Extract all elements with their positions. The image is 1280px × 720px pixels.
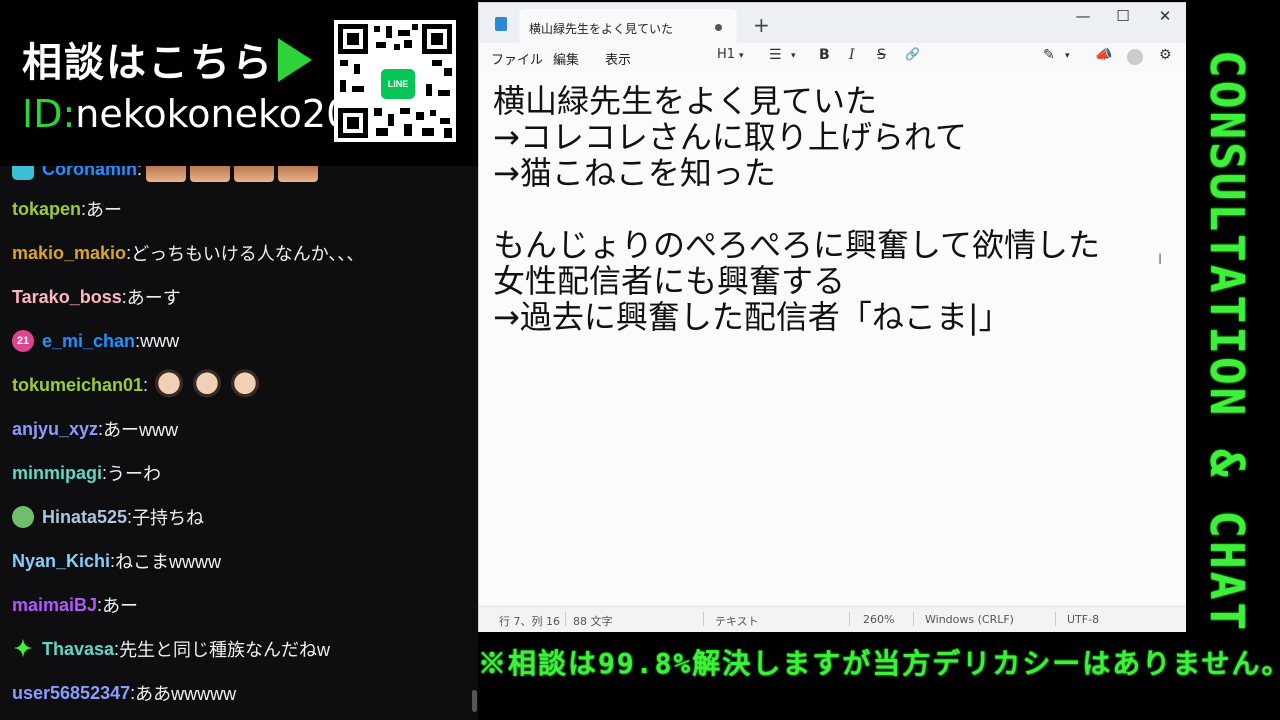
cursor-position: 行 7、列 16 (499, 615, 560, 628)
chat-username[interactable]: maimaiBJ (12, 595, 97, 616)
chat-text: あーwww (103, 420, 179, 440)
divider (849, 612, 850, 626)
play-icon (278, 38, 312, 82)
chat-message: anjyu_xyz: あーwww (12, 414, 470, 444)
chat-username[interactable]: Thavasa (42, 639, 114, 660)
chat-text: www (140, 330, 180, 351)
chat-message: 21 e_mi_chan: www (12, 326, 470, 356)
chat-username[interactable]: Tarako_boss (12, 287, 122, 308)
chat-message: user56852347: ああwwwww (12, 678, 470, 708)
account-icon[interactable] (1127, 49, 1143, 65)
italic-button[interactable]: I (849, 47, 855, 63)
chat-username[interactable]: tokapen (12, 199, 81, 220)
qr-code: LINE (334, 20, 456, 142)
ticker-text: ※相談は99.8%解決しますが当方デリカシーはありません。 (478, 647, 1280, 680)
menu-edit[interactable]: 編集 (553, 49, 579, 68)
title-bar: 横山緑先生をよく見ていた + — ☐ ✕ (479, 3, 1187, 43)
chat-text: 子持ちね (132, 508, 205, 528)
link-button[interactable]: 🔗 (905, 47, 920, 61)
bottom-ticker: ※相談は99.8%解決しますが当方デリカシーはありません。 (478, 632, 1280, 720)
chat-text: ああwwwww (135, 684, 237, 704)
editor-content[interactable]: 横山緑先生をよく見ていた →コレコレさんに取り上げられて →猫こねこを知った も… (493, 83, 1100, 335)
character-count: 88 文字 (573, 615, 613, 628)
bold-button[interactable]: B (819, 47, 830, 63)
heading-button[interactable]: H1 (717, 47, 735, 62)
text-cursor-icon: I (1158, 252, 1163, 268)
new-tab-button[interactable]: + (753, 13, 770, 37)
chat-message: tokumeichan01: (12, 368, 470, 402)
id-prefix: ID: (22, 92, 76, 136)
alien-badge-icon (12, 506, 34, 528)
chat-message: ✦ Thavasa: 先生と同じ種族なんだねw (12, 634, 470, 664)
consultation-header: 相談はこちら ID:nekokoneko2018 LINE (0, 0, 478, 166)
encoding[interactable]: UTF-8 (1067, 613, 1099, 626)
line-logo: LINE (378, 66, 418, 102)
chat-text: ねこまwwww (115, 552, 222, 572)
star-badge-icon: ✦ (13, 636, 33, 661)
notepad-icon (495, 17, 507, 31)
unsaved-dot-icon[interactable] (715, 24, 722, 31)
chat-message: Nyan_Kichi: ねこまwwww (12, 546, 470, 576)
chat-text: うーわ (107, 464, 162, 484)
vertical-banner: CONSULTATION & CHAT (1186, 0, 1280, 720)
chat-message: makio_makio: どっちもいける人なんか､､､ (12, 238, 470, 268)
chat-separator: : (143, 374, 149, 395)
divider (565, 612, 566, 626)
chat-username[interactable]: tokumeichan01 (12, 375, 143, 396)
chevron-down-icon[interactable]: ▾ (739, 51, 744, 61)
zoom-level[interactable]: 260% (863, 613, 894, 626)
chat-text: あーす (126, 288, 181, 308)
chat-text: あー (86, 200, 123, 220)
list-button[interactable]: ☰ (769, 47, 782, 63)
chat-username[interactable]: user56852347 (12, 683, 130, 704)
vertical-banner-text: CONSULTATION & CHAT (1200, 50, 1254, 634)
chat-message: Tarako_boss: あーす (12, 282, 470, 312)
tab-title: 横山緑先生をよく見ていた (529, 22, 674, 36)
divider (703, 612, 704, 626)
menu-view[interactable]: 表示 (605, 49, 631, 68)
megaphone-icon[interactable]: 📣 (1095, 47, 1112, 63)
chat-message: minmipagi: うーわ (12, 458, 470, 488)
text-editor[interactable]: 横山緑先生をよく見ていた →コレコレさんに取り上げられて →猫こねこを知った も… (479, 71, 1187, 605)
chat-username[interactable]: Hinata525 (42, 507, 127, 528)
chat-text: 先生と同じ種族なんだねw (119, 640, 331, 660)
chat-message: maimaiBJ: あー (12, 590, 470, 620)
status-bar: 行 7、列 16 88 文字 テキスト 260% Windows (CRLF) … (479, 606, 1187, 633)
menu-bar: ファイル 編集 表示 H1 ▾ ☰ ▾ B I S 🔗 ✎ ▾ 📣 ⚙ (479, 43, 1187, 71)
chat-text: どっちもいける人なんか､､､ (131, 244, 356, 264)
chat-username[interactable]: minmipagi (12, 463, 102, 484)
chat-message: Hinata525: 子持ちね (12, 502, 470, 532)
emote-icon (152, 368, 187, 402)
chat-username[interactable]: Nyan_Kichi (12, 551, 110, 572)
chat-text: あー (102, 596, 139, 616)
maximize-button[interactable]: ☐ (1103, 7, 1143, 31)
strikethrough-button[interactable]: S (877, 47, 886, 63)
header-title: 相談はこちら (22, 40, 274, 86)
divider (1055, 612, 1056, 626)
format-indicator[interactable]: テキスト (715, 613, 759, 629)
document-tab[interactable]: 横山緑先生をよく見ていた (519, 9, 737, 43)
minimize-button[interactable]: — (1063, 7, 1103, 31)
chat-username[interactable]: anjyu_xyz (12, 419, 98, 440)
chat-message: tokapen: あー (12, 194, 470, 224)
emote-icon (228, 368, 263, 402)
chevron-down-icon[interactable]: ▾ (1065, 51, 1070, 61)
chat-username[interactable]: makio_makio (12, 243, 126, 264)
line-ending[interactable]: Windows (CRLF) (925, 613, 1014, 626)
sub-badge-icon: 21 (12, 330, 34, 352)
emote-icon (190, 368, 225, 402)
chat-scrollbar[interactable] (472, 690, 477, 712)
chat-username[interactable]: e_mi_chan (42, 331, 135, 352)
close-button[interactable]: ✕ (1145, 7, 1185, 31)
chevron-down-icon[interactable]: ▾ (791, 51, 796, 61)
divider (913, 612, 914, 626)
settings-gear-icon[interactable]: ⚙ (1159, 47, 1172, 63)
copilot-icon[interactable]: ✎ (1043, 47, 1055, 63)
menu-file[interactable]: ファイル (491, 49, 543, 68)
notepad-window: 横山緑先生をよく見ていた + — ☐ ✕ ファイル 編集 表示 H1 ▾ ☰ ▾… (478, 2, 1188, 634)
